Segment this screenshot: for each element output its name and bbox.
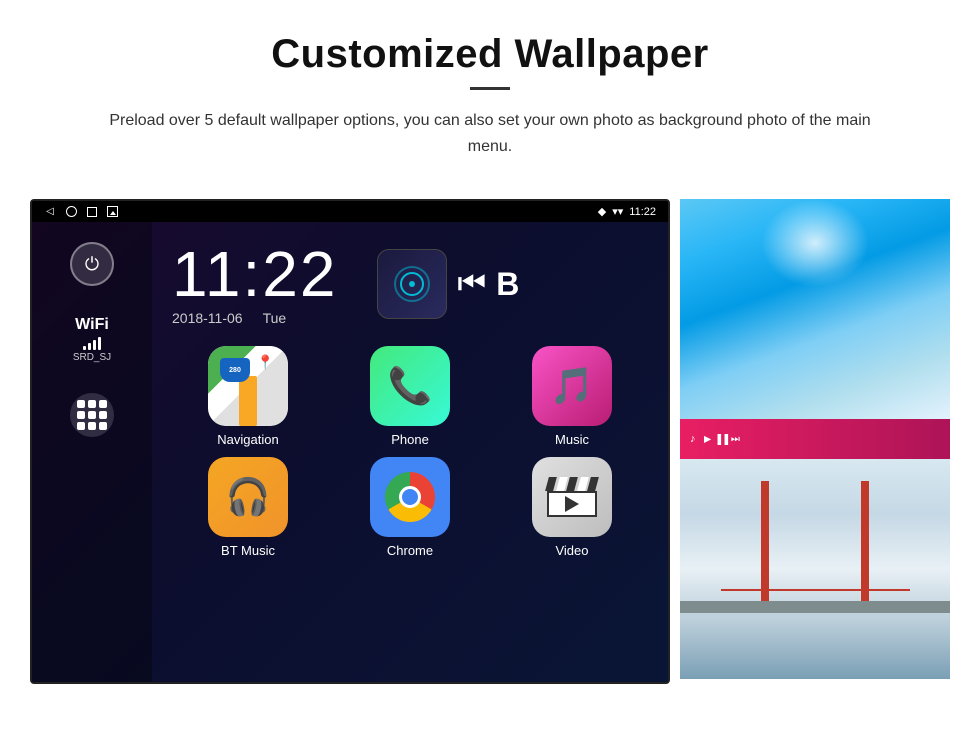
- bridge-road: [680, 601, 950, 613]
- sidebar: ⏻ WiFi SRD_SJ: [32, 222, 152, 682]
- wallpaper-thumbnails: ♪ ▶ ▐▐ ⏭: [680, 199, 950, 679]
- apps-dot: [99, 411, 107, 419]
- nav-pin-icon: 📍: [257, 354, 274, 371]
- app-item-phone[interactable]: 📞 Phone: [334, 346, 486, 447]
- music-player-bar[interactable]: ♪ ▶ ▐▐ ⏭: [680, 419, 950, 459]
- top-app-icons: ⏮ B: [377, 249, 519, 319]
- bt-music-label: BT Music: [221, 543, 275, 558]
- radio-center: [409, 281, 415, 287]
- screenshot-nav-icon[interactable]: [107, 206, 118, 217]
- status-bar: ◁ ◆ ▾▾ 11:22: [32, 201, 668, 222]
- app-item-video[interactable]: Video: [496, 457, 648, 558]
- clock-info: 2018-11-06 Tue: [172, 310, 337, 326]
- apps-dot: [88, 411, 96, 419]
- music-note-icon: ♪: [690, 433, 696, 445]
- music-icon: 🎵: [532, 346, 612, 426]
- wifi-bars: [83, 336, 101, 350]
- video-label: Video: [555, 543, 588, 558]
- app-item-bt-music[interactable]: 🎧 BT Music: [172, 457, 324, 558]
- apps-dot: [77, 411, 85, 419]
- content-area: ◁ ◆ ▾▾ 11:22 ⏻ Wi: [0, 179, 980, 714]
- bridge-tower-right: [861, 481, 869, 613]
- navigation-label: Navigation: [217, 432, 278, 447]
- apps-dot: [77, 422, 85, 430]
- video-stripe: [545, 477, 556, 491]
- wifi-widget[interactable]: WiFi SRD_SJ: [73, 316, 111, 363]
- clock-area: 11:22 2018-11-06 Tue: [162, 232, 658, 346]
- screen-body: ⏻ WiFi SRD_SJ: [32, 222, 668, 682]
- bt-music-icon: 🎧: [208, 457, 288, 537]
- apps-dot: [88, 422, 96, 430]
- nav-shield: 280: [220, 358, 250, 382]
- app-item-chrome[interactable]: Chrome: [334, 457, 486, 558]
- video-clapperboard-icon: [547, 477, 597, 517]
- page-subtitle: Preload over 5 default wallpaper options…: [100, 108, 880, 159]
- bluetooth-label: B: [496, 266, 519, 303]
- prev-track-icon[interactable]: ⏮: [457, 265, 486, 303]
- clock-day: Tue: [263, 310, 287, 326]
- main-content-area: 11:22 2018-11-06 Tue: [152, 222, 668, 682]
- wifi-label: WiFi: [75, 316, 109, 334]
- chrome-icon: [370, 457, 450, 537]
- video-play-icon: [565, 496, 579, 512]
- music-player-text: ▶ ▐▐ ⏭: [704, 434, 740, 445]
- video-stripe: [556, 477, 567, 491]
- page-wrapper: Customized Wallpaper Preload over 5 defa…: [0, 0, 980, 714]
- wifi-bar-2: [88, 343, 91, 350]
- bridge-sky-bg: [680, 459, 950, 679]
- chrome-inner: [399, 486, 421, 508]
- video-bottom: [547, 491, 597, 517]
- phone-label: Phone: [391, 432, 429, 447]
- title-divider: [470, 87, 510, 90]
- recents-nav-icon[interactable]: [87, 207, 97, 217]
- wallpaper-thumb-ice[interactable]: [680, 199, 950, 419]
- clock-time: 11:22: [172, 242, 337, 306]
- apps-dot: [99, 422, 107, 430]
- status-bar-right: ◆ ▾▾ 11:22: [598, 205, 656, 218]
- wifi-bar-1: [83, 346, 86, 350]
- home-nav-icon[interactable]: [66, 206, 77, 217]
- wifi-ssid: SRD_SJ: [73, 352, 111, 363]
- video-stripe: [587, 477, 598, 491]
- app-item-navigation[interactable]: 280 📍 Navigation: [172, 346, 324, 447]
- radio-app-icon[interactable]: [377, 249, 447, 319]
- nav-road: [239, 376, 257, 426]
- apps-dot: [99, 400, 107, 408]
- apps-dot: [77, 400, 85, 408]
- page-header: Customized Wallpaper Preload over 5 defa…: [0, 0, 980, 179]
- bridge-tower-left: [761, 481, 769, 613]
- clock-date: 2018-11-06: [172, 310, 243, 326]
- video-icon: [532, 457, 612, 537]
- video-top-stripes: [547, 477, 597, 491]
- navigation-icon: 280 📍: [208, 346, 288, 426]
- apps-grid-button[interactable]: [70, 393, 114, 437]
- wifi-bar-3: [93, 340, 96, 350]
- android-screen: ◁ ◆ ▾▾ 11:22 ⏻ Wi: [30, 199, 670, 684]
- phone-icon: 📞: [370, 346, 450, 426]
- wifi-status-icon: ▾▾: [612, 205, 623, 218]
- clock-block: 11:22 2018-11-06 Tue: [172, 242, 337, 326]
- page-title: Customized Wallpaper: [40, 32, 940, 77]
- chrome-label: Chrome: [387, 543, 433, 558]
- wifi-bar-4: [98, 337, 101, 350]
- app-item-music[interactable]: 🎵 Music: [496, 346, 648, 447]
- chrome-circle: [385, 472, 435, 522]
- radio-signal-icon: [394, 266, 430, 302]
- apps-dot: [88, 400, 96, 408]
- status-bar-left: ◁: [44, 206, 118, 218]
- bridge-cable: [721, 589, 910, 591]
- location-icon: ◆: [598, 205, 606, 218]
- power-button[interactable]: ⏻: [70, 242, 114, 286]
- ice-highlight: [761, 199, 869, 287]
- back-nav-icon[interactable]: ◁: [44, 206, 56, 218]
- wallpaper-thumb-bridge[interactable]: [680, 459, 950, 679]
- music-label: Music: [555, 432, 589, 447]
- status-time: 11:22: [629, 206, 656, 218]
- apps-grid-icon: [77, 400, 107, 430]
- video-stripe: [566, 477, 577, 491]
- app-grid: 280 📍 Navigation 📞 Phone 🎵: [162, 346, 658, 568]
